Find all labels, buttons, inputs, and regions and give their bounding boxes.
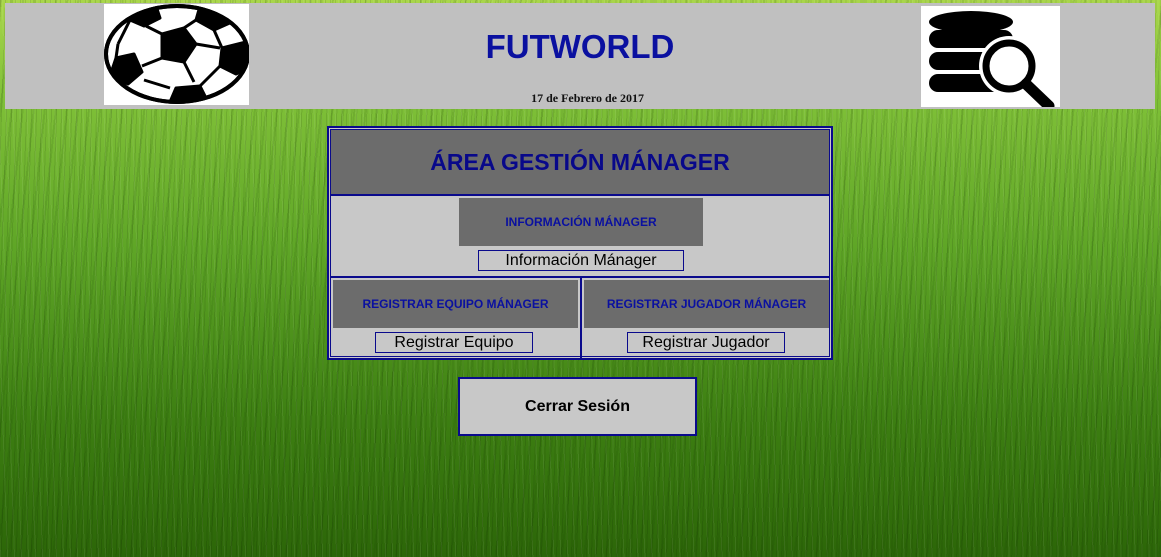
register-player-button[interactable]: Registrar Jugador bbox=[627, 332, 785, 353]
manager-panel: ÁREA GESTIÓN MÁNAGER INFORMACIÓN MÁNAGER… bbox=[327, 126, 833, 360]
logout-button[interactable]: Cerrar Sesión bbox=[458, 377, 697, 436]
database-search-icon bbox=[929, 11, 1055, 112]
manager-panel-frame: ÁREA GESTIÓN MÁNAGER INFORMACIÓN MÁNAGER… bbox=[330, 129, 830, 358]
register-team-button[interactable]: Registrar Equipo bbox=[375, 332, 533, 353]
register-player-heading: REGISTRAR JUGADOR MÁNAGER bbox=[584, 280, 829, 328]
header-bar: FUTWORLD 17 de Febrero de 2017 bbox=[5, 3, 1155, 112]
column-divider bbox=[580, 278, 582, 358]
info-section-heading: INFORMACIÓN MÁNAGER bbox=[459, 198, 703, 246]
register-section: REGISTRAR EQUIPO MÁNAGER Registrar Equip… bbox=[331, 278, 829, 358]
info-manager-button[interactable]: Información Mánager bbox=[478, 250, 684, 271]
panel-title-cell: ÁREA GESTIÓN MÁNAGER bbox=[331, 130, 829, 196]
database-search-logo bbox=[921, 6, 1060, 112]
panel-title: ÁREA GESTIÓN MÁNAGER bbox=[430, 148, 730, 175]
info-section: INFORMACIÓN MÁNAGER Información Mánager bbox=[331, 196, 829, 278]
register-team-heading: REGISTRAR EQUIPO MÁNAGER bbox=[333, 280, 578, 328]
